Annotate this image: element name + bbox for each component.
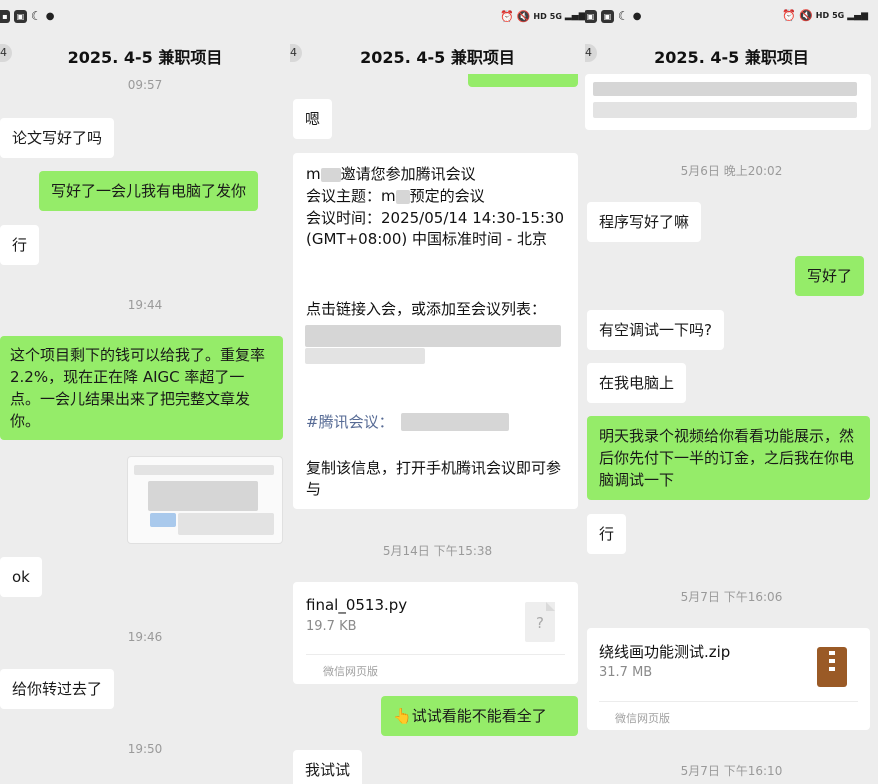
- timestamp: 19:50: [127, 742, 163, 756]
- message-bubble-outgoing[interactable]: 这个项目剩下的钱可以给我了。重复率 2.2%，现在正在降 AIGC 率超了一点。…: [0, 336, 283, 440]
- message-bubble-incoming[interactable]: 有空调试一下吗?: [587, 310, 724, 350]
- photo-icon: ▣: [601, 9, 614, 23]
- meeting-time: 会议时间：2025/05/14 14:30-15:30 (GMT+08:00) …: [306, 209, 569, 248]
- timestamp: 5月7日 下午16:06: [680, 590, 783, 604]
- meeting-link-redacted[interactable]: [305, 325, 561, 347]
- message-bubble-outgoing[interactable]: 写好了一会儿我有电脑了发你: [39, 171, 259, 211]
- message-bubble-incoming[interactable]: 嗯: [293, 99, 333, 139]
- file-name: 绕线画功能测试.zip: [599, 643, 731, 661]
- chat-title: 2025. 4-5 兼职项目: [654, 48, 809, 67]
- timestamp: 19:44: [127, 298, 163, 312]
- chat-title: 2025. 4-5 兼职项目: [360, 48, 515, 67]
- signal-icon: ▂▄▆: [564, 11, 585, 21]
- network-label: 5G: [549, 11, 562, 21]
- status-bar: ⏰ 🔇 HD 5G ▂▄▆ ▣ ▣ ☾ ●: [290, 0, 585, 34]
- status-bar: ▪ ▣ ☾ ●: [0, 0, 290, 34]
- file-source: 微信网页版: [323, 665, 378, 678]
- status-bar: ▣ ▣ ☾ ● ⏰ 🔇 HD 5G ▂▄▆: [585, 0, 878, 34]
- timestamp: 09:57: [127, 78, 163, 92]
- gallery-icon: ▪: [0, 9, 10, 23]
- signal-icon: ▂▄▆: [847, 10, 868, 21]
- mute-icon: 🔇: [516, 9, 531, 23]
- network-label: 5G: [832, 11, 845, 20]
- file-source: 微信网页版: [615, 712, 670, 725]
- message-bubble-incoming[interactable]: 行: [0, 225, 40, 265]
- file-card[interactable]: 绕线画功能测试.zip 31.7 MB 微信网页版: [587, 628, 870, 730]
- moon-icon: ☾: [618, 9, 629, 23]
- alarm-icon: ⏰: [782, 9, 797, 22]
- file-size: 19.7 KB: [306, 619, 357, 634]
- pointing-up-icon: 👆: [393, 707, 412, 725]
- message-bubble-outgoing[interactable]: 明天我录个视频给你看看功能展示，然后你先付下一半的订金，之后我在你电脑调试一下: [587, 416, 870, 500]
- meeting-invite-card[interactable]: m 邀请您参加腾讯会议 会议主题：m 预定的会议 会议时间：2025/05/14 1…: [293, 153, 578, 509]
- zip-file-icon: [817, 647, 847, 687]
- timestamp: 19:46: [127, 630, 163, 644]
- timestamp: 5月7日 下午16:10: [680, 764, 783, 778]
- file-card[interactable]: final_0513.py 19.7 KB ? 微信网页版: [293, 582, 578, 684]
- hd-label: HD: [815, 11, 830, 20]
- file-name: final_0513.py: [306, 596, 408, 614]
- message-bubble-incoming[interactable]: 行: [587, 514, 627, 554]
- dot-icon: ●: [45, 10, 55, 22]
- hd-label: HD: [533, 11, 547, 21]
- message-bubble-incoming[interactable]: ok: [0, 557, 42, 597]
- photo-icon: ▣: [14, 9, 27, 23]
- message-bubble-incoming[interactable]: 程序写好了嘛: [587, 202, 702, 242]
- chat-header: 4 2025. 4-5 兼职项目: [290, 34, 585, 74]
- chat-panel-2: ⏰ 🔇 HD 5G ▂▄▆ ▣ ▣ ☾ ● 4 2025. 4-5 兼职项目 嗯…: [290, 0, 585, 784]
- message-bubble-incoming[interactable]: 论文写好了吗: [0, 118, 115, 158]
- image-thumbnail[interactable]: [127, 456, 283, 544]
- meeting-inviter-line: m 邀请您参加腾讯会议: [306, 165, 476, 183]
- redacted-message[interactable]: [585, 74, 871, 130]
- timestamp: 5月6日 晚上20:02: [680, 164, 783, 178]
- file-unknown-icon: ?: [525, 602, 555, 642]
- file-size: 31.7 MB: [599, 665, 653, 680]
- alarm-icon: ⏰: [500, 9, 514, 23]
- chat-panel-3: ▣ ▣ ☾ ● ⏰ 🔇 HD 5G ▂▄▆ 4 2025. 4-5 兼职项目 5…: [585, 0, 878, 784]
- message-bubble-outgoing[interactable]: 👆试试看能不能看全了: [381, 696, 578, 736]
- mute-icon: 🔇: [799, 9, 813, 22]
- meeting-join-text: 点击链接入会，或添加至会议列表：: [306, 300, 547, 318]
- meeting-copy-hint: 复制该信息，打开手机腾讯会议即可参与: [306, 459, 562, 498]
- meeting-hashtag[interactable]: #腾讯会议：: [306, 412, 394, 433]
- meeting-id-redacted: [401, 413, 509, 431]
- chat-header: 4 2025. 4-5 兼职项目: [585, 34, 878, 74]
- message-bubble-outgoing[interactable]: 写好了: [795, 256, 865, 296]
- message-bubble-incoming[interactable]: 在我电脑上: [587, 363, 687, 403]
- timestamp: 5月14日 下午15:38: [382, 544, 493, 558]
- chat-header: 4 2025. 4-5 兼职项目: [0, 34, 290, 74]
- chat-title: 2025. 4-5 兼职项目: [67, 48, 223, 67]
- message-bubble-incoming[interactable]: 我试试: [293, 750, 363, 784]
- dot-icon: ●: [632, 10, 642, 22]
- message-bubble-outgoing-partial[interactable]: [468, 74, 578, 87]
- moon-icon: ☾: [31, 9, 42, 23]
- meeting-topic: 会议主题：m 预定的会议: [306, 187, 485, 205]
- message-bubble-incoming[interactable]: 给你转过去了: [0, 669, 115, 709]
- gallery-icon: ▣: [585, 9, 597, 23]
- chat-panel-1: ▪ ▣ ☾ ● 4 2025. 4-5 兼职项目 09:57 论文写好了吗 写好…: [0, 0, 290, 784]
